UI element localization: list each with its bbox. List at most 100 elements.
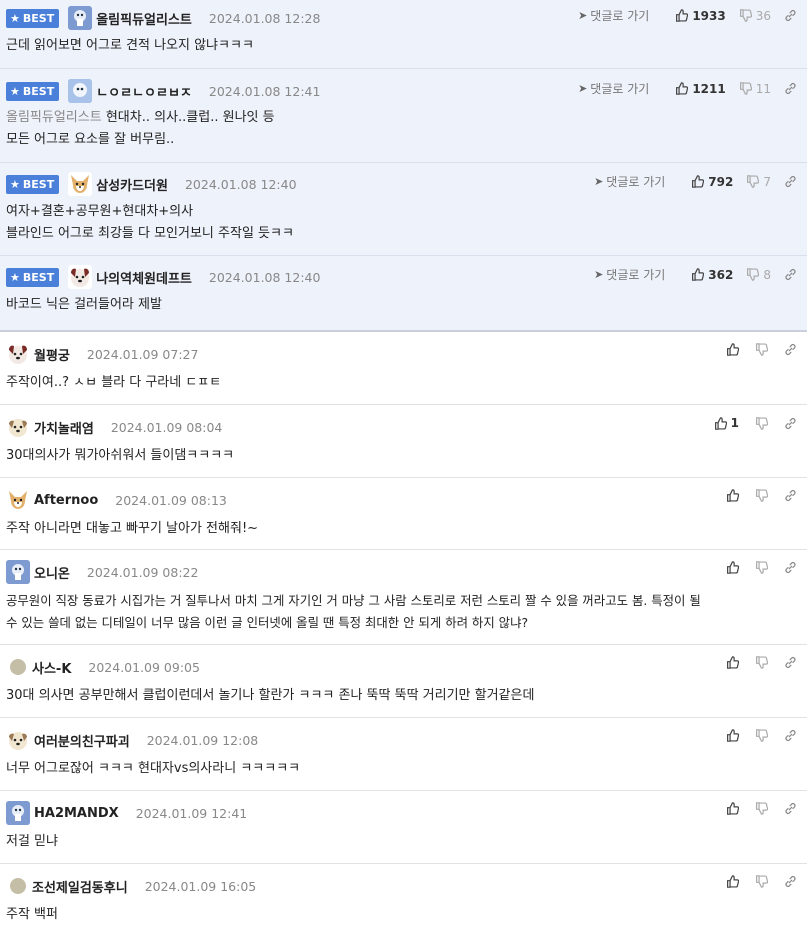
best-comment: ★ BEST ㄴㅇㄹㄴㅇㄹㅂㅈ 2024.01.08 12:41 ➤ 댓글로 가기 … <box>0 69 807 163</box>
comment: 조선제일검동후니 2024.01.09 16:05 주작 백퍼 <box>0 864 807 931</box>
share-link-button[interactable] <box>784 656 797 669</box>
link-icon <box>785 83 796 94</box>
downvote-button[interactable] <box>755 343 768 356</box>
comment-author[interactable]: 올림픽듀얼리스트 <box>96 9 192 28</box>
downvote-button[interactable]: 8 <box>746 268 771 282</box>
upvote-button[interactable]: 1 <box>714 416 739 430</box>
comment-author[interactable]: 가치놀래염 <box>34 418 94 437</box>
comment-list: ★ BEST 올림픽듀얼리스트 2024.01.08 12:28 ➤ 댓글로 가기 … <box>0 0 807 931</box>
avatar[interactable] <box>68 6 93 30</box>
thumbs-up-icon <box>727 802 739 815</box>
thumbs-down-icon <box>756 656 768 669</box>
comment-text: 여자+결혼+공무원+현대차+의사 블라인드 어그로 최강들 다 모인거보니 주작… <box>6 204 294 241</box>
comment-date: 2024.01.08 12:28 <box>208 10 321 26</box>
share-link-button[interactable] <box>784 175 797 188</box>
reply-target[interactable]: 올림픽듀얼리스트 <box>6 110 102 125</box>
upvote-button[interactable] <box>726 802 739 815</box>
share-link-button[interactable] <box>784 802 797 815</box>
link-icon <box>785 876 796 887</box>
avatar[interactable] <box>6 488 30 512</box>
thumbs-up-icon <box>727 729 739 742</box>
comment-author[interactable]: 사스-K <box>32 658 71 677</box>
goto-comment-link[interactable]: ➤ 댓글로 가기 <box>578 80 649 97</box>
comment-author[interactable]: Afternoo <box>34 493 98 508</box>
comment-author[interactable]: HA2MANDX <box>34 806 119 821</box>
downvote-button[interactable] <box>755 416 768 430</box>
downvote-button[interactable]: 7 <box>746 175 771 189</box>
goto-comment-link[interactable]: ➤ 댓글로 가기 <box>578 7 649 24</box>
comment-author[interactable]: 여러분의친구파괴 <box>34 731 130 750</box>
avatar[interactable] <box>6 560 30 584</box>
comment-date: 2024.01.09 16:05 <box>144 878 257 894</box>
star-icon: ★ <box>10 84 20 98</box>
upvote-button[interactable]: 1933 <box>675 9 726 23</box>
thumbs-down-icon <box>756 343 768 356</box>
comment-author[interactable]: 나의역체원데프트 <box>96 268 192 287</box>
avatar[interactable] <box>68 79 93 103</box>
link-icon <box>785 417 796 429</box>
link-icon <box>785 176 796 187</box>
comment: 여러분의친구파괴 2024.01.09 12:08 너무 어그로잖어 ㅋㅋㅋ 현… <box>0 718 807 791</box>
upvote-button[interactable]: 1211 <box>675 82 726 96</box>
comment-date: 2024.01.09 12:08 <box>146 732 259 748</box>
best-comment: ★ BEST 삼성카드더원 2024.01.08 12:40 ➤ 댓글로 가기 79… <box>0 163 807 256</box>
comment-text: 30대 의사면 공부만해서 클럽이런데서 놀기나 할란가 ㅋㅋㅋ 존나 뚝딱 뚝… <box>6 688 535 703</box>
thumbs-down-icon <box>747 268 760 281</box>
star-icon: ★ <box>10 270 20 284</box>
share-link-button[interactable] <box>784 9 797 22</box>
comment-text: 저걸 믿냐 <box>6 834 58 849</box>
share-link-button[interactable] <box>784 729 797 742</box>
comment-author[interactable]: ㄴㅇㄹㄴㅇㄹㅂㅈ <box>96 82 192 101</box>
comment-author[interactable]: 오니온 <box>34 563 70 582</box>
navigate-arrow-icon: ➤ <box>594 175 604 188</box>
downvote-button[interactable] <box>755 802 768 815</box>
avatar[interactable] <box>10 659 26 675</box>
avatar[interactable] <box>6 728 30 752</box>
avatar[interactable] <box>6 415 30 439</box>
share-link-button[interactable] <box>784 417 797 430</box>
upvote-button[interactable]: 362 <box>691 268 733 282</box>
comment-author[interactable]: 월평궁 <box>34 345 70 364</box>
upvote-button[interactable] <box>726 489 739 502</box>
upvote-button[interactable] <box>726 729 739 742</box>
comment-text: 주작 아니라면 대놓고 빠꾸기 날아가 전해줘!~ <box>6 521 259 536</box>
upvote-button[interactable] <box>726 875 739 888</box>
share-link-button[interactable] <box>784 82 797 95</box>
comment-author[interactable]: 삼성카드더원 <box>96 175 168 194</box>
downvote-button[interactable] <box>755 561 768 574</box>
avatar[interactable] <box>68 172 93 196</box>
comment-author[interactable]: 조선제일검동후니 <box>32 877 128 896</box>
best-badge: ★ BEST <box>6 81 60 101</box>
avatar[interactable] <box>10 878 26 894</box>
downvote-button[interactable]: 36 <box>739 9 771 23</box>
upvote-button[interactable] <box>726 561 739 574</box>
goto-comment-link[interactable]: ➤ 댓글로 가기 <box>594 173 665 190</box>
downvote-button[interactable] <box>755 656 768 669</box>
thumbs-down-icon <box>739 9 752 22</box>
downvote-button[interactable] <box>755 875 768 888</box>
share-link-button[interactable] <box>784 343 797 356</box>
upvote-button[interactable]: 792 <box>691 175 733 189</box>
avatar[interactable] <box>68 265 93 289</box>
share-link-button[interactable] <box>784 561 797 574</box>
share-link-button[interactable] <box>784 268 797 281</box>
comment: 사스-K 2024.01.09 09:05 30대 의사면 공부만해서 클럽이런… <box>0 645 807 718</box>
link-icon <box>785 10 796 21</box>
avatar[interactable] <box>6 801 30 825</box>
thumbs-up-icon <box>727 561 739 574</box>
downvote-button[interactable]: 11 <box>739 82 771 96</box>
goto-comment-link[interactable]: ➤ 댓글로 가기 <box>594 266 665 283</box>
share-link-button[interactable] <box>784 875 797 888</box>
thumbs-up-icon <box>692 268 705 281</box>
thumbs-down-icon <box>739 82 752 95</box>
upvote-button[interactable] <box>726 656 739 669</box>
upvote-button[interactable] <box>726 343 739 356</box>
share-link-button[interactable] <box>784 489 797 502</box>
avatar[interactable] <box>6 342 30 366</box>
comment-date: 2024.01.09 08:22 <box>86 564 199 580</box>
downvote-button[interactable] <box>755 489 768 502</box>
thumbs-up-icon <box>727 875 739 888</box>
downvote-button[interactable] <box>755 729 768 742</box>
comment: 월평궁 2024.01.09 07:27 주작이여..? ㅅㅂ 블라 다 구라네… <box>0 332 807 405</box>
thumbs-down-icon <box>756 875 768 888</box>
